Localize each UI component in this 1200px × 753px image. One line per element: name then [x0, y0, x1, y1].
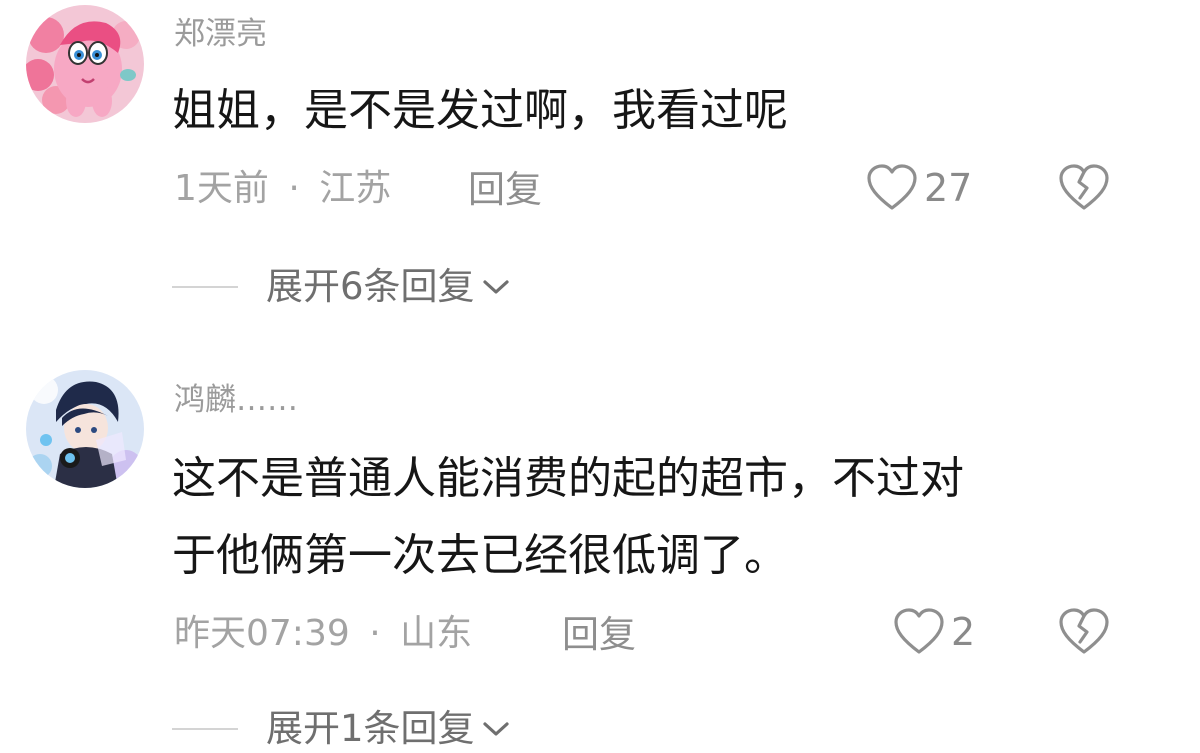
- heart-outline-icon: [894, 608, 944, 654]
- comment-meta: 1天前 · 江苏: [174, 171, 391, 207]
- comment-text-line: 于他俩第一次去已经很低调了。: [172, 530, 788, 581]
- reply-button[interactable]: 回复: [562, 616, 636, 653]
- dislike-button[interactable]: [1058, 608, 1110, 660]
- comment-text: 这不是普通人能消费的起的超市，不过对 于他俩第一次去已经很低调了。: [172, 440, 964, 594]
- broken-heart-icon: [1059, 608, 1109, 654]
- dislike-button[interactable]: [1058, 164, 1110, 216]
- broken-heart-icon: [1059, 164, 1109, 210]
- like-count: 27: [924, 166, 973, 210]
- like-button[interactable]: 27: [866, 164, 972, 212]
- comment-meta: 昨天07:39 · 山东: [174, 616, 472, 652]
- expand-replies-button[interactable]: 展开6条回复: [172, 268, 511, 305]
- user-avatar[interactable]: [26, 370, 144, 488]
- expand-replies-button[interactable]: 展开1条回复: [172, 710, 511, 747]
- chevron-down-icon: [482, 279, 509, 294]
- comment-text: 姐姐，是不是发过啊，我看过呢: [172, 72, 788, 149]
- meta-separator: ·: [369, 613, 381, 654]
- expand-replies-label: 展开6条回复: [266, 265, 475, 308]
- comment-location: 江苏: [319, 168, 392, 209]
- anime-boy-headphones-avatar-icon: [26, 370, 144, 488]
- like-button[interactable]: 2: [893, 608, 975, 656]
- like-count: 2: [951, 610, 976, 654]
- comment-time: 1天前: [174, 168, 269, 209]
- comment-time: 昨天07:39: [174, 613, 350, 654]
- comment-username[interactable]: 郑漂亮: [174, 19, 267, 50]
- divider-line: [172, 727, 238, 730]
- comment-text-line: 姐姐，是不是发过啊，我看过呢: [172, 85, 788, 136]
- comment-location: 山东: [400, 613, 473, 654]
- reply-button[interactable]: 回复: [468, 171, 542, 208]
- comment-text-line: 这不是普通人能消费的起的超市，不过对: [172, 453, 964, 504]
- chevron-down-icon: [482, 721, 509, 736]
- heart-outline-icon: [867, 164, 917, 210]
- user-avatar[interactable]: [26, 5, 144, 123]
- pink-pony-avatar-icon: [26, 5, 144, 123]
- divider-line: [172, 285, 238, 288]
- comment-item: 鸿麟…… 这不是普通人能消费的起的超市，不过对 于他俩第一次去已经很低调了。 昨…: [0, 340, 1200, 753]
- comment-username[interactable]: 鸿麟……: [174, 385, 298, 416]
- comment-item: 郑漂亮 姐姐，是不是发过啊，我看过呢 1天前 · 江苏 回复 27 展开6条回复: [0, 0, 1200, 340]
- meta-separator: ·: [288, 168, 300, 209]
- expand-replies-label: 展开1条回复: [266, 707, 475, 750]
